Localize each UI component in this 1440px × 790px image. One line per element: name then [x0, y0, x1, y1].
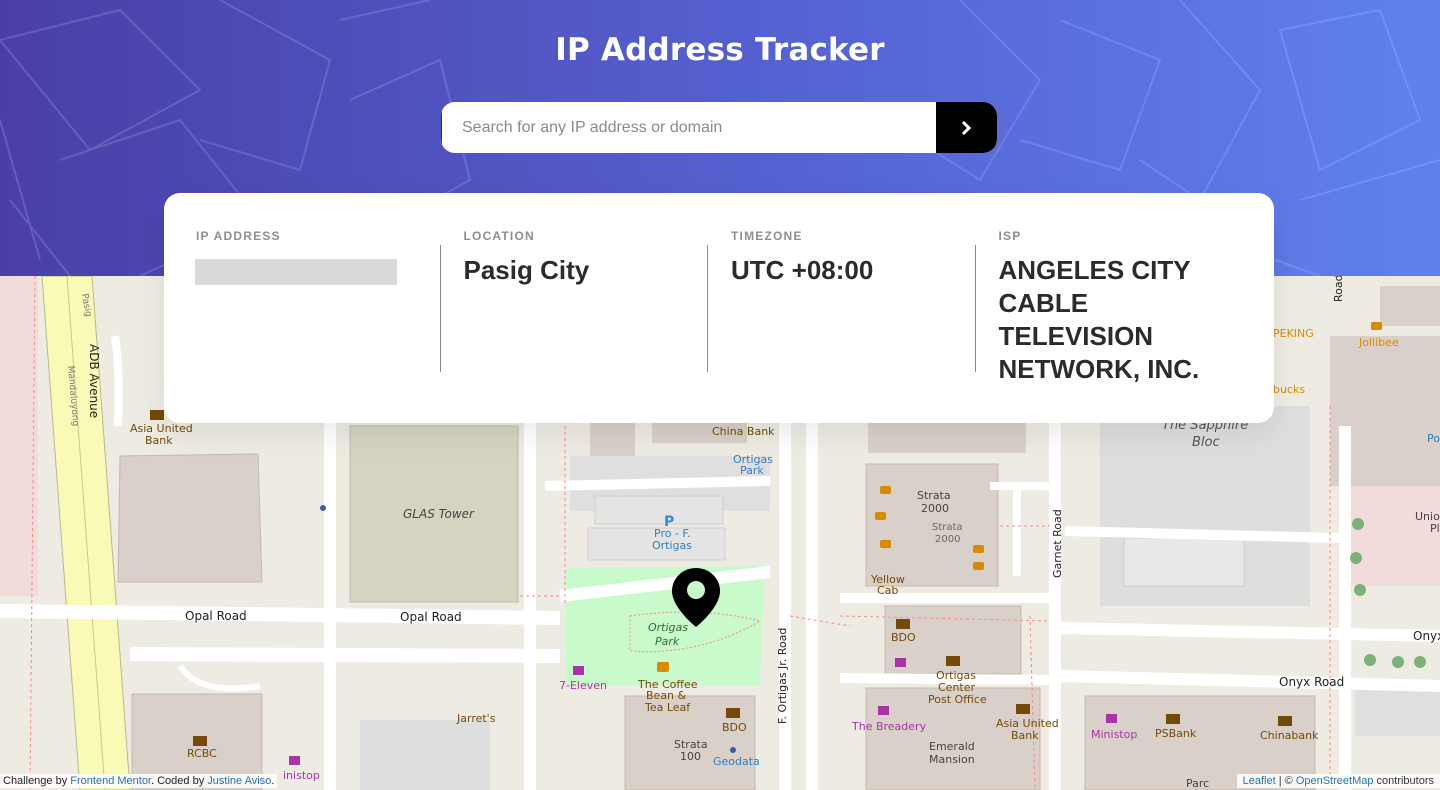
map-label-adb-avenue: ADB Avenue [87, 344, 101, 418]
timezone-value: UTC +08:00 [731, 255, 874, 285]
map-label-road: Road [1332, 276, 1345, 302]
map-label-bank: Bank [145, 434, 173, 447]
map-label-coffee-bean-3: Tea Leaf [644, 701, 691, 714]
map-label-ortigas-park: Ortigas [648, 621, 688, 634]
map-label-chinabank: Chinabank [1260, 729, 1319, 742]
footer-period: . [271, 775, 275, 787]
ip-address-value-redacted [195, 259, 397, 285]
map-label-emerald-mansion: Emerald [929, 740, 975, 753]
map-label-china-bank: China Bank [712, 425, 775, 438]
map-label-jarrets: Jarret's [456, 712, 496, 725]
map-label-starbucks: bucks [1273, 383, 1305, 396]
search-input[interactable] [441, 102, 936, 153]
map-label-ortigas-park-2: Park [655, 635, 680, 648]
search-submit-button[interactable] [936, 102, 997, 153]
map-label-opal-road-2: Opal Road [400, 610, 462, 624]
map-label-peking: PEKING [1273, 327, 1314, 340]
footer-coded-by-text: . Coded by [151, 775, 208, 787]
attribution-separator: | © [1275, 775, 1296, 787]
map-label-strata-2000: Strata [917, 489, 951, 502]
map-label-strata-100-2: 100 [680, 750, 701, 763]
map-label-the-breadery: The Breadery [851, 720, 927, 733]
map-label-garnet-road: Garnet Road [1051, 509, 1064, 578]
attribution-contributors: contributors [1373, 775, 1434, 787]
map-label-po: Po [1427, 432, 1440, 445]
location-section: LOCATION Pasig City [439, 229, 708, 423]
frontend-mentor-link[interactable]: Frontend Mentor [70, 775, 151, 787]
map-label-strata-2000-inner-2: 2000 [935, 534, 960, 545]
map-label-f-ortigas-jr-road: F. Ortigas Jr. Road [776, 628, 789, 724]
isp-value: ANGELES CITY CABLE TELEVISION NETWORK, I… [998, 255, 1200, 384]
map-label-7-eleven: 7-Eleven [559, 679, 607, 692]
timezone-section: TIMEZONE UTC +08:00 [707, 229, 975, 423]
location-value: Pasig City [463, 255, 590, 285]
map-label-onyx-road: Onyx Road [1279, 675, 1344, 689]
ip-info-card: IP ADDRESS LOCATION Pasig City TIMEZONE … [164, 193, 1274, 423]
author-link[interactable]: Justine Aviso [207, 775, 271, 787]
timezone-label: TIMEZONE [731, 229, 803, 243]
leaflet-link[interactable]: Leaflet [1243, 775, 1276, 787]
map-label-park-bike: Park [740, 464, 764, 477]
map-label-bdo: BDO [722, 721, 747, 734]
map-label-rcbc: RCBC [187, 747, 217, 760]
map-label-sapphire-bloc-2: Bloc [1192, 435, 1220, 450]
challenge-attribution: Challenge by Frontend Mentor. Coded by J… [0, 774, 278, 788]
map-label-psbank: PSBank [1155, 727, 1197, 740]
map-attribution: Leaflet | © OpenStreetMap contributors [1236, 774, 1440, 788]
location-label: LOCATION [463, 229, 535, 243]
map-label-bdo-2: BDO [891, 631, 916, 644]
footer-challenge-text: Challenge by [3, 775, 71, 787]
search-bar [441, 102, 997, 153]
map-label-opal-road: Opal Road [185, 609, 247, 623]
isp-label: ISP [998, 229, 1022, 243]
map-label-strata-2000-inner: Strata [932, 522, 963, 533]
map-label-geodata: Geodata [713, 755, 760, 768]
map-label-emerald-mansion-2: Mansion [929, 753, 975, 766]
ip-address-label: IP ADDRESS [196, 229, 281, 243]
map-label-bank-2: Bank [1011, 729, 1039, 742]
isp-section: ISP ANGELES CITY CABLE TELEVISION NETWOR… [974, 229, 1243, 423]
map-label-jollibee: Jollibee [1358, 336, 1399, 349]
ip-address-section: IP ADDRESS [195, 229, 440, 423]
map-label-strata-2000-2: 2000 [921, 502, 949, 515]
openstreetmap-link[interactable]: OpenStreetMap [1296, 775, 1374, 787]
map-label-ministop: inistop [283, 769, 320, 782]
map-label-glas-tower: GLAS Tower [403, 507, 475, 521]
map-label-pro-ortigas: Ortigas [652, 539, 692, 552]
page-title: IP Address Tracker [555, 32, 885, 68]
chevron-right-icon [961, 120, 972, 135]
map-label-parc: Parc [1186, 777, 1209, 790]
map-label-yellow-cab-2: Cab [877, 584, 898, 597]
map-label-onyx-road-2: Onyx [1413, 629, 1440, 643]
map-label-post-office: Post Office [928, 693, 987, 706]
map-label-unio-2: Pl [1430, 522, 1440, 535]
map-label-ministop-2: Ministop [1091, 728, 1137, 741]
